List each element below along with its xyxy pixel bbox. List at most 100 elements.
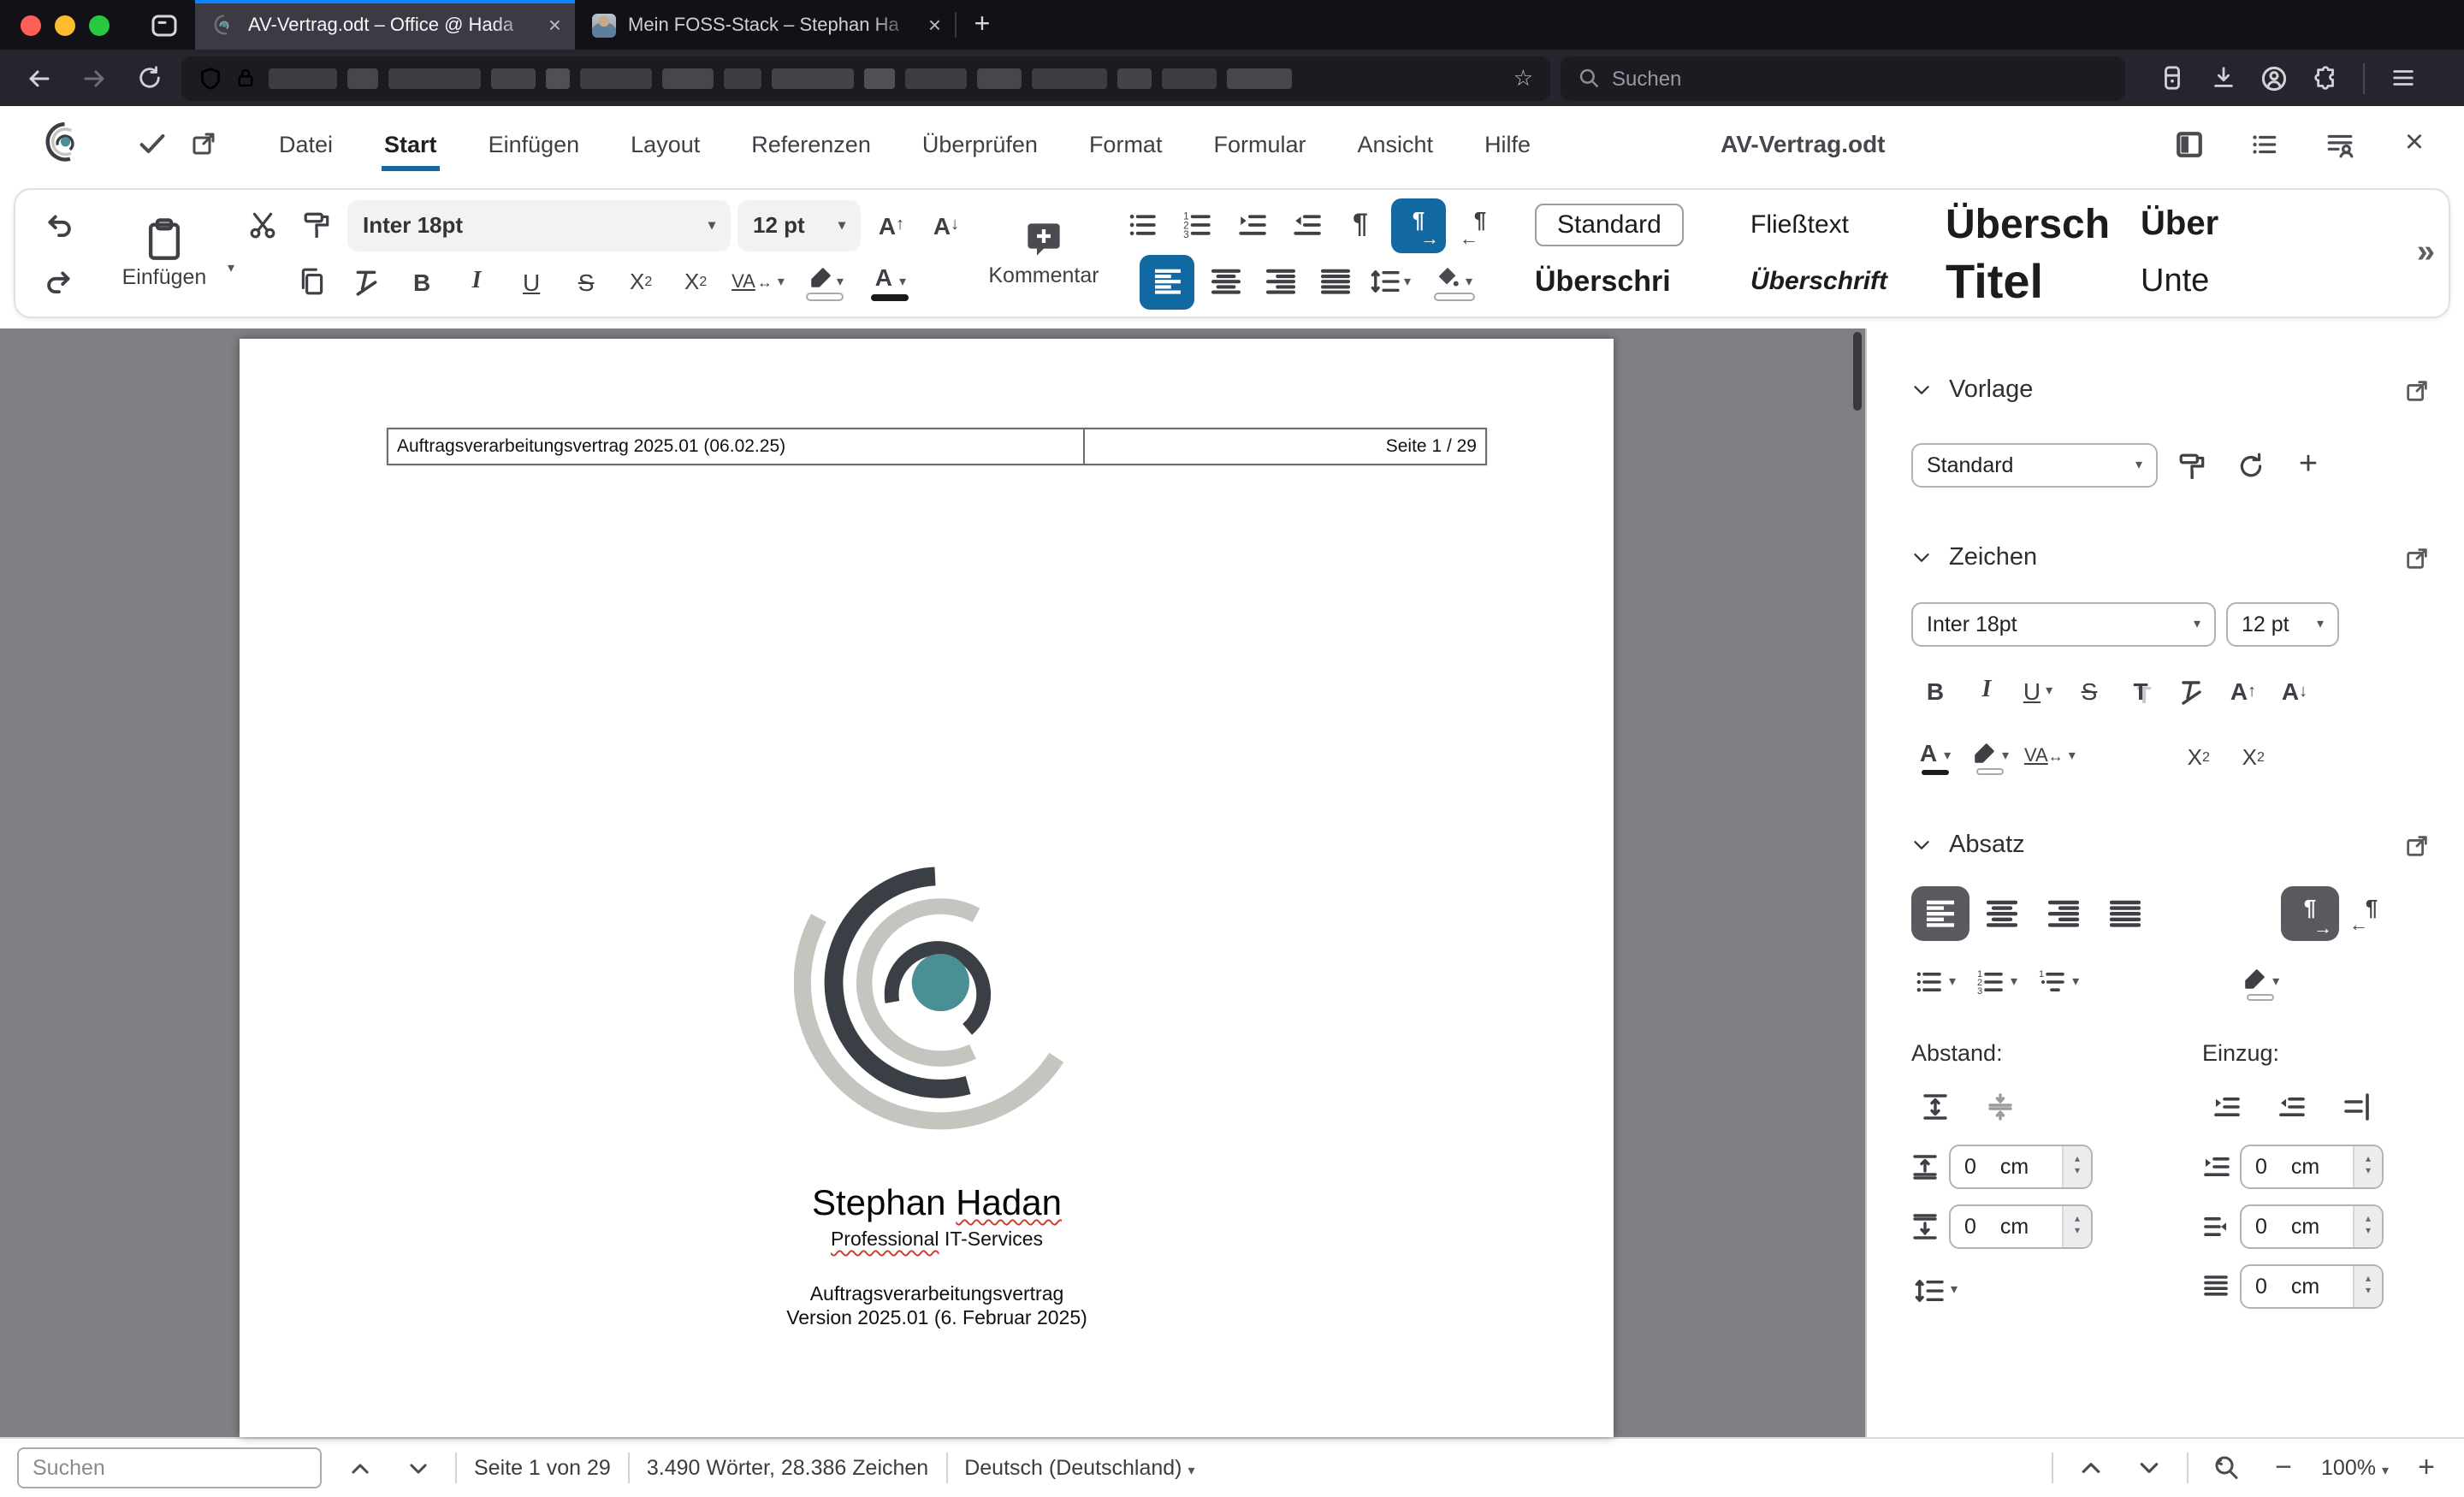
close-document-icon[interactable]: × [2389, 120, 2440, 168]
formatting-marks-icon[interactable]: ¶ [1336, 201, 1384, 249]
tab-close-icon[interactable]: × [928, 14, 941, 36]
list-view-icon[interactable] [2238, 120, 2289, 168]
indent-before-spinfield[interactable]: 0 cm ▴ ▾ [2240, 1145, 2384, 1189]
zoom-reset-icon[interactable] [2205, 1447, 2246, 1488]
paste-dropdown-icon[interactable]: ▾ [228, 261, 234, 275]
align-right-icon[interactable] [2035, 890, 2093, 938]
browser-search-field[interactable]: Suchen [1561, 56, 2125, 100]
highlight-color-icon[interactable]: ▾ [1966, 732, 2014, 780]
grow-font-icon[interactable]: A ↑ [868, 201, 915, 249]
font-color-icon[interactable]: A ▾ [862, 257, 920, 305]
bullet-list-icon[interactable] [1117, 201, 1165, 249]
first-line-indent-spinfield[interactable]: 0 cm ▴ ▾ [2240, 1264, 2384, 1309]
open-dialog-icon[interactable] [2404, 545, 2430, 571]
menu-formular[interactable]: Formular [1188, 106, 1331, 181]
word-count[interactable]: 3.490 Wörter, 28.386 Zeichen [647, 1456, 928, 1480]
decrease-indent-icon[interactable] [2267, 1083, 2315, 1131]
style-standard[interactable]: Standard [1525, 204, 1727, 246]
clear-formatting-icon[interactable] [2168, 667, 2216, 715]
menu-layout[interactable]: Layout [605, 106, 726, 181]
cut-icon[interactable] [238, 201, 286, 249]
url-bar[interactable]: ☆ [181, 56, 1550, 100]
align-left-icon[interactable] [1140, 254, 1195, 309]
tab-close-icon[interactable]: × [548, 14, 561, 36]
bullet-list-icon[interactable]: ▾ [1911, 958, 1959, 1006]
extensions-puzzle-icon[interactable] [2303, 57, 2348, 98]
superscript-icon[interactable]: X2 [2175, 732, 2223, 780]
subscript-icon[interactable]: X2 [617, 257, 665, 305]
underline-icon[interactable]: U [507, 257, 555, 305]
spinner-arrows[interactable]: ▴ ▾ [2062, 1146, 2091, 1187]
browser-tab-active[interactable]: AV-Vertrag.odt – Office @ Hada × [195, 0, 575, 50]
menu-ansicht[interactable]: Ansicht [1332, 106, 1460, 181]
bookmark-star-icon[interactable]: ☆ [1513, 64, 1533, 92]
zoom-in-icon[interactable]: + [2406, 1447, 2447, 1488]
grow-font-icon[interactable]: A ↑ [2219, 667, 2267, 715]
line-spacing-icon[interactable]: ▾ [1911, 1266, 1961, 1314]
strikethrough-icon[interactable]: S [562, 257, 610, 305]
format-paintbrush-icon[interactable] [293, 201, 341, 249]
menu-hilfe[interactable]: Hilfe [1459, 106, 1556, 181]
style-ueberschrift-3[interactable]: Überschri [1525, 264, 1727, 299]
outline-list-icon[interactable]: 1 ▾ [2035, 958, 2082, 1006]
line-spacing-icon[interactable]: ▾ [1366, 257, 1416, 305]
toolbar-overflow-button[interactable]: » [2417, 234, 2435, 272]
shield-icon[interactable] [198, 66, 222, 90]
space-above-spinfield[interactable]: 0 cm ▴ ▾ [1949, 1145, 2093, 1189]
font-size-combobox[interactable]: 12 pt ▾ [737, 199, 861, 251]
menu-einfuegen[interactable]: Einfügen [463, 106, 606, 181]
style-ueberschrift-2[interactable]: Über [2130, 205, 2291, 245]
back-icon[interactable] [17, 57, 62, 98]
character-spacing-icon[interactable]: VA ↔ ▾ [726, 257, 790, 305]
font-size-dropdown-icon[interactable]: ▾ [838, 217, 845, 232]
spinner-arrows[interactable]: ▴ ▾ [2062, 1206, 2091, 1247]
undo-icon[interactable] [34, 201, 82, 249]
highlight-color-icon[interactable]: ▾ [797, 257, 855, 305]
rtl-direction-icon[interactable]: ¶ ← [1453, 198, 1507, 252]
language-selector[interactable]: Deutsch (Deutschland) ▾ [964, 1456, 1194, 1480]
sidebar-font-name-select[interactable]: Inter 18pt ▾ [1911, 602, 2216, 647]
increase-indent-icon[interactable] [1227, 201, 1275, 249]
sidebar-toggle-icon[interactable] [2163, 120, 2214, 168]
menu-hamburger-icon[interactable] [2380, 57, 2425, 98]
justify-icon[interactable] [2096, 890, 2154, 938]
style-ueberschrift-4[interactable]: Überschrift [1727, 267, 1928, 296]
numbered-list-icon[interactable]: 123 ▾ [1973, 958, 2021, 1006]
extension-vault-icon[interactable] [2149, 57, 2194, 98]
font-name-dropdown-icon[interactable]: ▾ [708, 217, 715, 232]
paragraph-background-icon[interactable]: ▾ [2236, 958, 2284, 1006]
increase-paragraph-spacing-icon[interactable] [1911, 1083, 1959, 1131]
downloads-icon[interactable] [2200, 57, 2245, 98]
sidebar-font-size-select[interactable]: 12 pt ▾ [2226, 602, 2339, 647]
new-style-icon[interactable]: + [2284, 441, 2332, 489]
redo-icon[interactable] [34, 257, 82, 305]
style-titel[interactable]: Titel [1928, 254, 2130, 309]
bold-icon[interactable]: B [398, 257, 446, 305]
menu-start[interactable]: Start [358, 106, 463, 181]
decrease-paragraph-spacing-icon[interactable] [1976, 1083, 2024, 1131]
document-search-input[interactable]: Suchen [17, 1447, 322, 1488]
open-dialog-icon[interactable] [2404, 377, 2430, 403]
spinner-arrows[interactable]: ▴ ▾ [2353, 1146, 2382, 1187]
italic-icon[interactable]: I [1963, 667, 2011, 715]
menu-referenzen[interactable]: Referenzen [726, 106, 897, 181]
align-center-icon[interactable] [1973, 890, 2031, 938]
ltr-direction-icon[interactable]: ¶ → [1391, 198, 1446, 252]
insert-comment-button[interactable]: Kommentar [970, 197, 1117, 310]
shadow-icon[interactable]: T [2117, 667, 2165, 715]
superscript-icon[interactable]: X2 [672, 257, 720, 305]
paragraph-style-select[interactable]: Standard ▾ [1911, 443, 2158, 488]
save-check-icon[interactable] [127, 120, 178, 168]
zoom-out-icon[interactable]: − [2263, 1447, 2304, 1488]
underline-icon[interactable]: U ▾ [2014, 667, 2062, 715]
shrink-font-icon[interactable]: A ↓ [2271, 667, 2319, 715]
copy-icon[interactable] [288, 257, 336, 305]
document-page[interactable]: Auftragsverarbeitungsvertrag 2025.01 (06… [240, 339, 1614, 1437]
zeichen-section-header[interactable]: Zeichen [1911, 544, 2430, 571]
subscript-icon[interactable]: X2 [2230, 732, 2277, 780]
update-style-icon[interactable] [2226, 441, 2274, 489]
ltr-direction-icon[interactable]: ¶ → [2281, 886, 2339, 941]
search-next-icon[interactable] [397, 1447, 438, 1488]
indent-after-text-icon[interactable] [2332, 1083, 2380, 1131]
lock-icon[interactable] [234, 67, 257, 89]
